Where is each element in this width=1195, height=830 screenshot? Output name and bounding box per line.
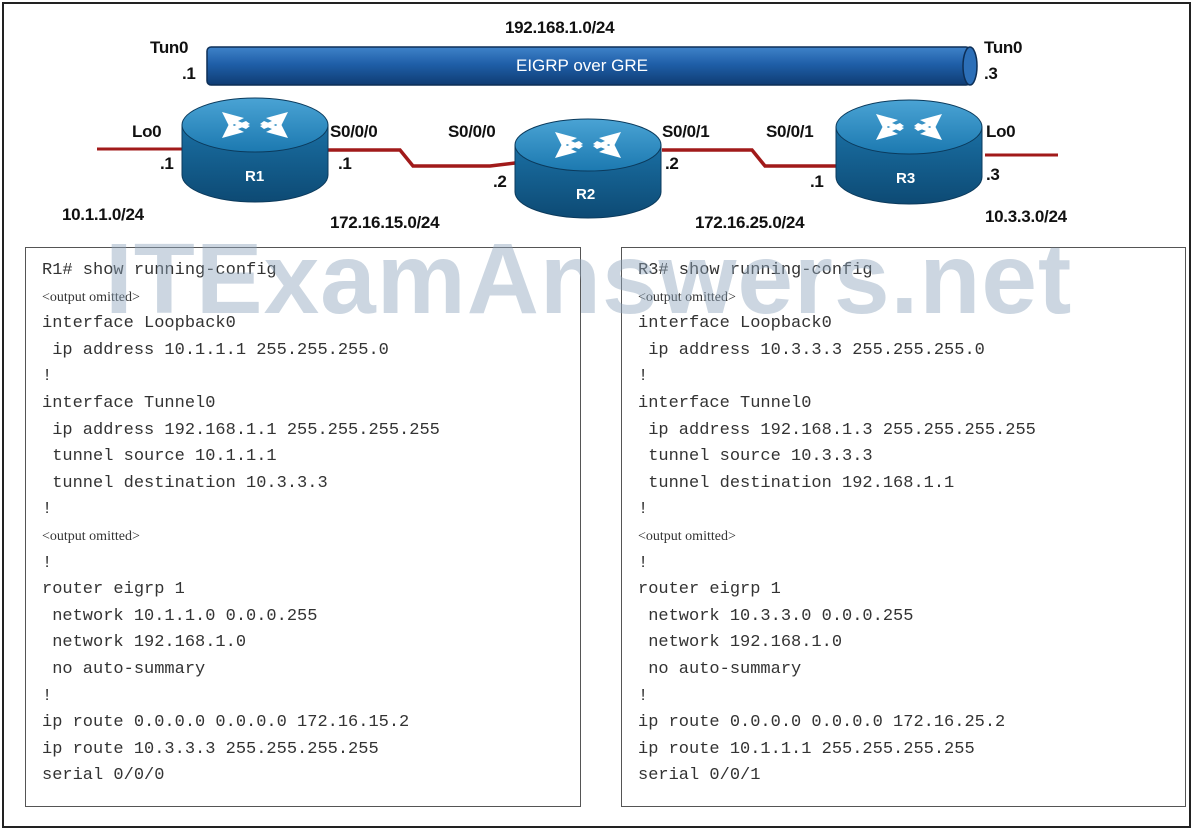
r3-config-line: ip route 10.1.1.1 255.255.255.255 xyxy=(638,739,975,759)
r3-config-line: ip address 10.3.3.3 255.255.255.0 xyxy=(638,340,985,360)
r1-config-line: ! xyxy=(42,500,53,520)
r3-tun-ip: .3 xyxy=(984,64,998,83)
r1-config-line: serial 0/0/0 xyxy=(42,766,165,786)
r1-lo-label: Lo0 xyxy=(132,122,162,141)
r1-lo-network: 10.1.1.0/24 xyxy=(62,205,144,224)
r3-config-line: interface Loopback0 xyxy=(638,314,832,334)
r1-tun-ip: .1 xyxy=(182,64,196,83)
r2-r3-link-network: 172.16.25.0/24 xyxy=(695,213,805,232)
r1-name: R1 xyxy=(245,168,265,185)
tunnel-network-label: 192.168.1.0/24 xyxy=(505,18,615,37)
r1-config-line: interface Tunnel0 xyxy=(42,393,216,413)
r3-config-line: network 10.3.3.0 0.0.0.255 xyxy=(638,606,914,626)
r3-config-line: <output omitted> xyxy=(638,289,736,305)
r1-config-line: ip route 10.3.3.3 255.255.255.255 xyxy=(42,739,379,759)
r3-serial-ip: .1 xyxy=(810,172,824,191)
r2-right-ip: .2 xyxy=(665,154,679,173)
r3-config-line: ! xyxy=(638,553,649,573)
r1-config-line: network 10.1.1.0 0.0.0.255 xyxy=(42,606,318,626)
r2-left-ip: .2 xyxy=(493,172,507,191)
r3-tun-label: Tun0 xyxy=(984,38,1023,57)
r1-config-line: <output omitted> xyxy=(42,528,140,544)
r1-config-line: ip address 192.168.1.1 255.255.255.255 xyxy=(42,420,440,440)
r1-config-line: router eigrp 1 xyxy=(42,580,185,600)
r3-name: R3 xyxy=(896,170,916,187)
r3-lo-network: 10.3.3.0/24 xyxy=(985,207,1067,226)
r3-serial-label: S0/0/1 xyxy=(766,122,814,141)
r2-name: R2 xyxy=(576,186,596,203)
r1-serial-label: S0/0/0 xyxy=(330,122,378,141)
r1-serial-ip: .1 xyxy=(338,154,352,173)
r1-config-panel: R1# show running-config <output omitted> i… xyxy=(25,247,581,807)
r1-config-line: ip route 0.0.0.0 0.0.0.0 172.16.15.2 xyxy=(42,713,410,733)
r3-config-line: ip route 0.0.0.0 0.0.0.0 172.16.25.2 xyxy=(638,713,1006,733)
r1-config-line: tunnel source 10.1.1.1 xyxy=(42,447,277,467)
r3-config-line: interface Tunnel0 xyxy=(638,393,812,413)
r1-config-line: interface Loopback0 xyxy=(42,314,236,334)
router-r1-icon xyxy=(181,97,329,203)
r3-config-line: ! xyxy=(638,367,649,387)
router-r2-icon xyxy=(514,118,662,219)
r3-config-panel: R3# show running-config <output omitted> i… xyxy=(621,247,1186,807)
r1-config-line: ! xyxy=(42,367,53,387)
r1-lo-ip: .1 xyxy=(160,154,174,173)
r1-tun-label: Tun0 xyxy=(150,38,189,57)
r1-config-line: tunnel destination 10.3.3.3 xyxy=(42,473,328,493)
r3-config-line: ! xyxy=(638,500,649,520)
r1-config-line: ! xyxy=(42,553,53,573)
r3-config-line: router eigrp 1 xyxy=(638,580,781,600)
r1-config-line: network 192.168.1.0 xyxy=(42,633,247,653)
serial-link-r1-r2 xyxy=(328,148,516,168)
r2-left-serial-label: S0/0/0 xyxy=(448,122,496,141)
router-r3-icon xyxy=(835,99,983,205)
r3-config-lines: R3# show running-config <output omitted> i… xyxy=(638,258,1185,790)
r3-config-line: ! xyxy=(638,686,649,706)
r3-config-line: ip address 192.168.1.3 255.255.255.255 xyxy=(638,420,1036,440)
r3-config-line: no auto-summary xyxy=(638,659,802,679)
r1-config-line: ! xyxy=(42,686,53,706)
r3-config-line: <output omitted> xyxy=(638,528,736,544)
r3-config-line: network 192.168.1.0 xyxy=(638,633,843,653)
r3-config-line: R3# show running-config xyxy=(638,261,873,280)
r3-config-line: tunnel source 10.3.3.3 xyxy=(638,447,873,467)
r3-lo-label: Lo0 xyxy=(986,122,1016,141)
r1-config-line: <output omitted> xyxy=(42,289,140,305)
r1-config-lines: R1# show running-config <output omitted> i… xyxy=(42,258,580,790)
r1-r2-link-network: 172.16.15.0/24 xyxy=(330,213,440,232)
tunnel-label: EIGRP over GRE xyxy=(516,56,648,75)
r1-config-line: no auto-summary xyxy=(42,659,206,679)
r3-config-line: serial 0/0/1 xyxy=(638,766,761,786)
r2-right-serial-label: S0/0/1 xyxy=(662,122,710,141)
r3-lo-ip: .3 xyxy=(986,165,1000,184)
r1-config-line: ip address 10.1.1.1 255.255.255.0 xyxy=(42,340,389,360)
r1-config-line: R1# show running-config xyxy=(42,261,277,280)
r3-config-line: tunnel destination 192.168.1.1 xyxy=(638,473,955,493)
serial-link-r2-r3 xyxy=(662,148,838,168)
